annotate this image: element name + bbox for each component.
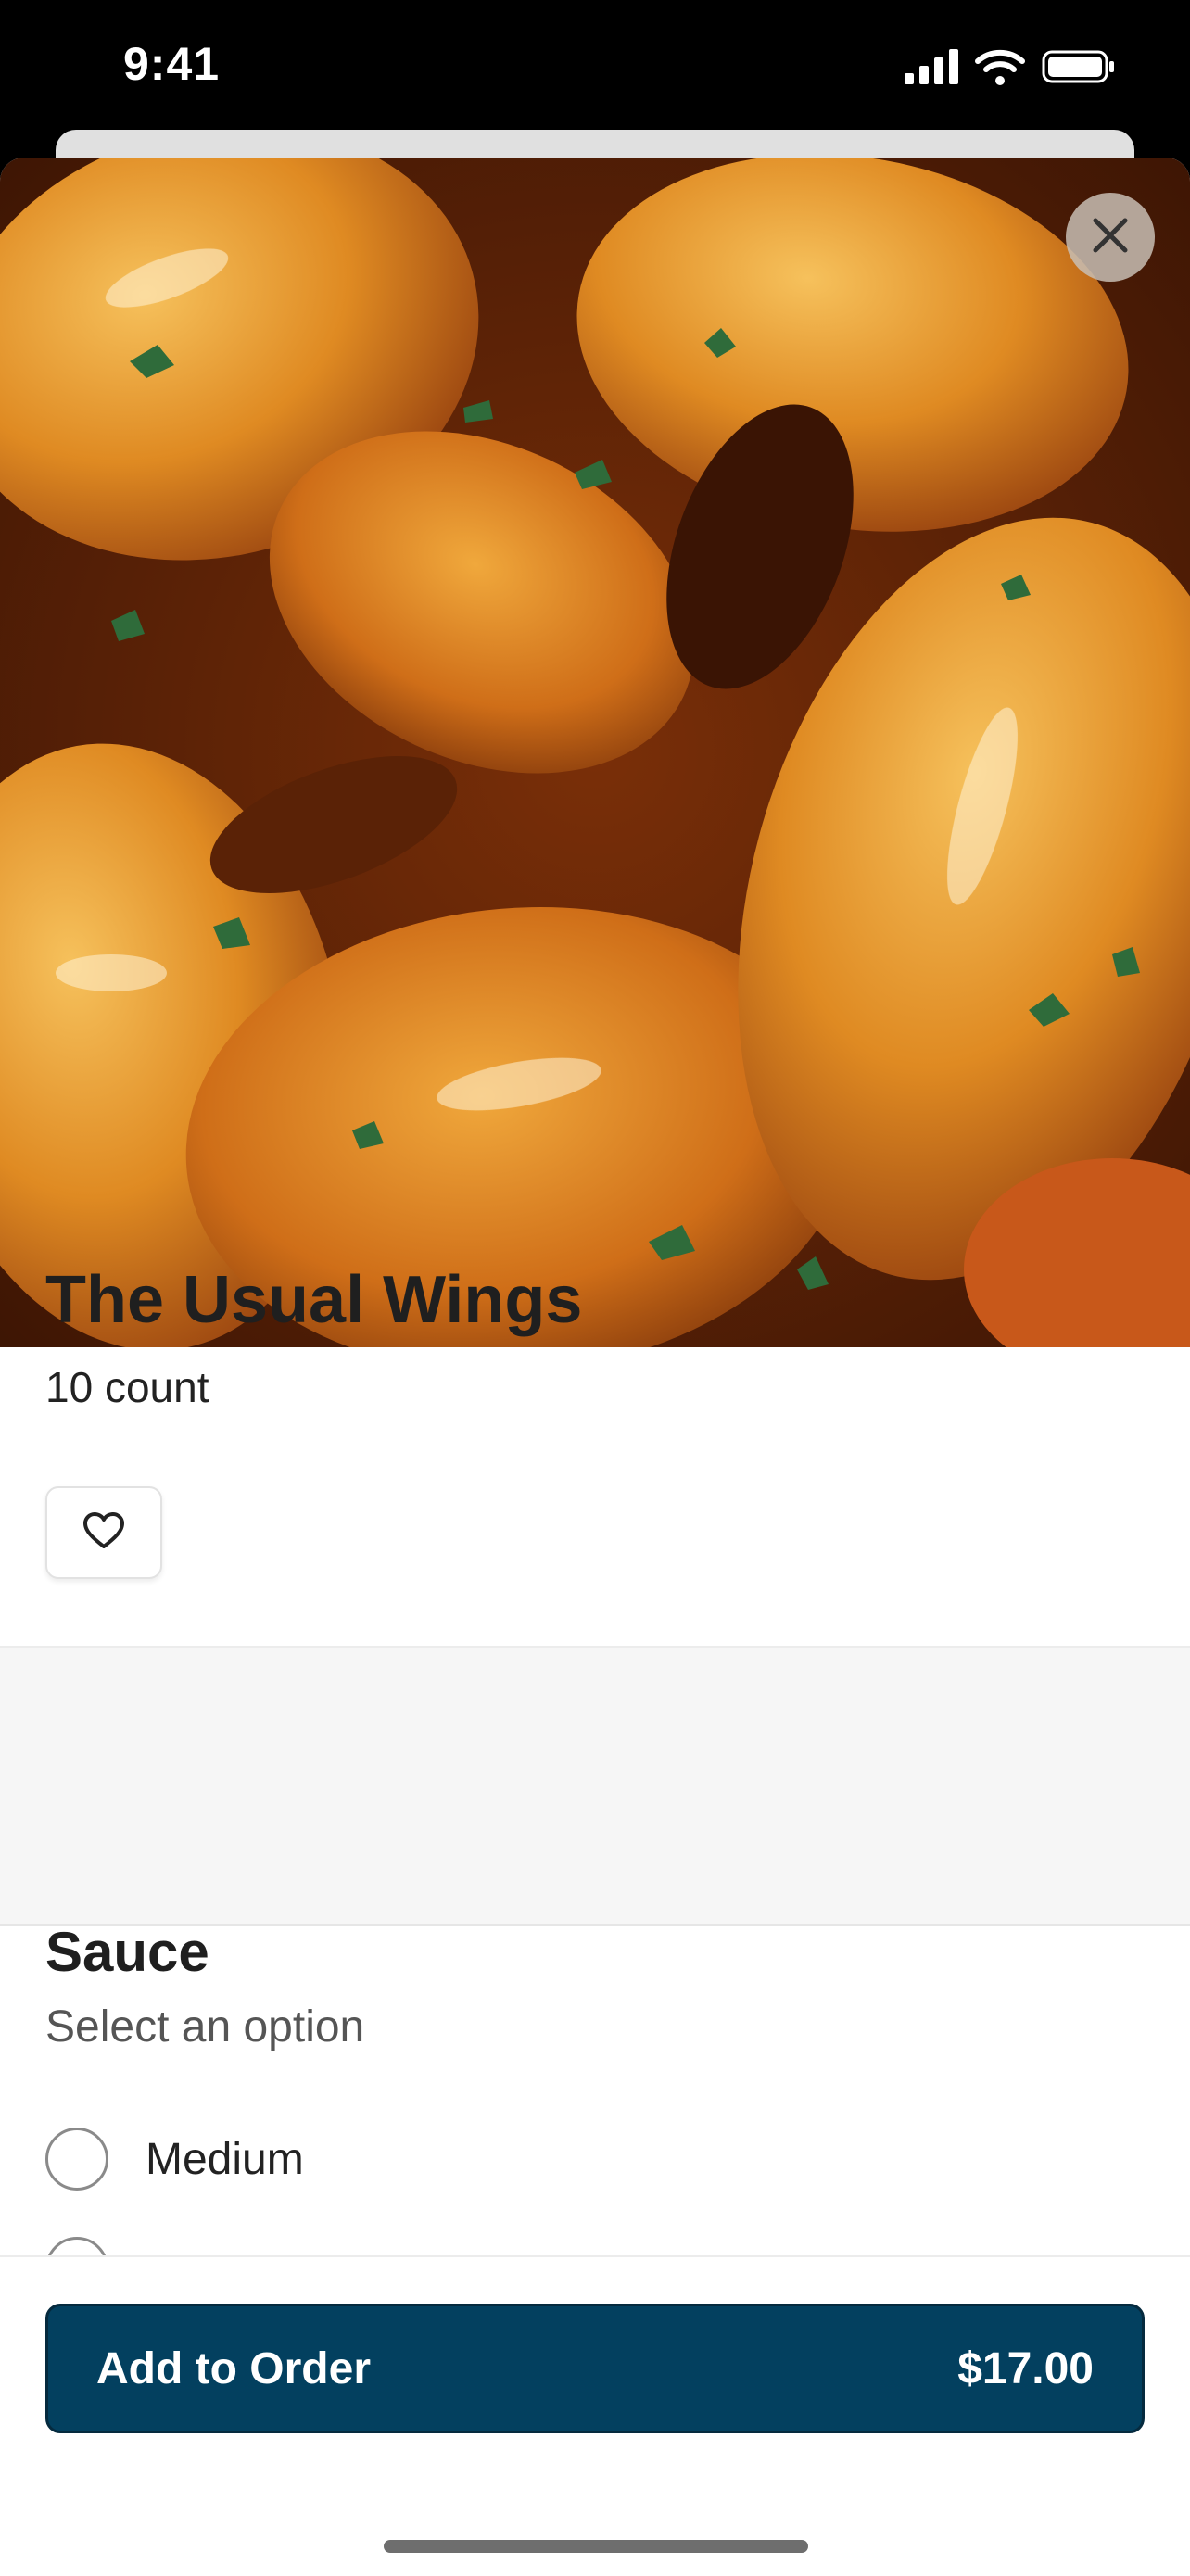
close-icon [1090, 215, 1131, 260]
battery-icon [1042, 48, 1116, 90]
modifier-option-medium[interactable]: Medium [45, 2128, 304, 2191]
wifi-icon [975, 48, 1025, 90]
item-subtitle: 10 count [45, 1363, 209, 1411]
bottom-action-bar: Add to Order $17.00 [0, 2255, 1190, 2576]
add-to-order-label: Add to Order [96, 2343, 371, 2393]
favorite-button[interactable] [45, 1486, 162, 1579]
status-bar: 9:41 [0, 0, 1190, 139]
item-photo [0, 158, 1190, 1347]
status-icons [905, 48, 1116, 90]
heart-icon [82, 1511, 125, 1555]
item-title: The Usual Wings [45, 1263, 583, 1337]
home-indicator[interactable] [384, 2540, 808, 2553]
close-button[interactable] [1066, 193, 1155, 282]
status-time: 9:41 [123, 38, 221, 90]
cellular-signal-icon [905, 49, 958, 89]
modifier-group-subtitle: Select an option [45, 2002, 365, 2052]
order-price: $17.00 [957, 2343, 1094, 2393]
radio-button[interactable] [45, 2128, 108, 2191]
modifier-option-label: Medium [146, 2134, 304, 2184]
modifier-group-title: Sauce [45, 1921, 209, 1983]
add-to-order-button[interactable]: Add to Order $17.00 [45, 2304, 1145, 2433]
modifier-group-header [0, 1646, 1190, 1926]
